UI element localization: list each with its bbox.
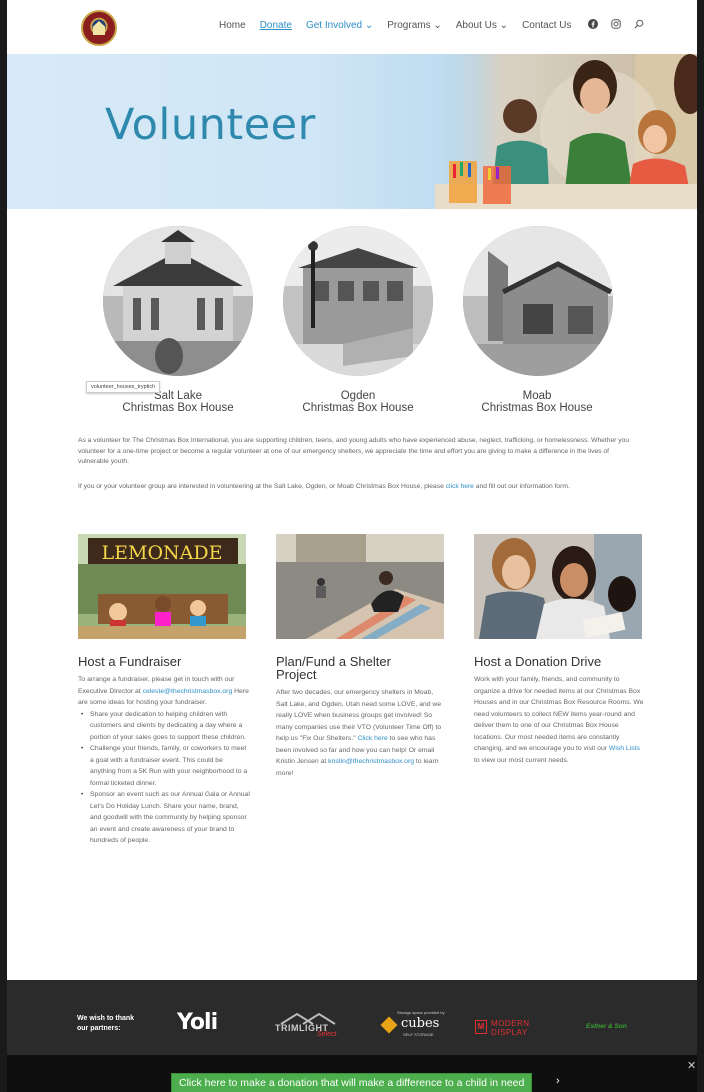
site-header: Home Donate Get Involved ⌄ Programs ⌄ Ab… [7, 0, 697, 54]
nav-donate[interactable]: Donate [260, 20, 292, 31]
donate-cta-button[interactable]: Click here to make a donation that will … [171, 1073, 533, 1092]
facebook-icon[interactable] [588, 19, 598, 29]
shelter-project-text: After two decades, our emergency shelter… [276, 689, 442, 777]
intro-paragraph: As a volunteer for The Christmas Box Int… [78, 437, 630, 465]
shelter-project-photo [276, 534, 444, 639]
donation-drive-text: Work with your family, friends, and comm… [474, 676, 644, 764]
volunteer-form-link[interactable]: click here [446, 483, 474, 490]
instagram-icon[interactable] [611, 19, 621, 29]
donation-drive-photo [474, 534, 642, 639]
search-icon[interactable] [634, 19, 644, 29]
fundraiser-ideas-list: Share your dedication to helping childre… [78, 709, 250, 847]
image-tooltip: volunteer_houses_tryptich [86, 381, 161, 393]
moab-house-photo [463, 226, 613, 376]
partners-footer: We wish to thank our partners: Yoli TRIML… [7, 980, 697, 1055]
header-icons [588, 19, 644, 29]
moab-label: Moab Christmas Box House [481, 390, 593, 414]
hero-photo-children-reading [435, 54, 697, 209]
list-item: Sponsor an event such as our Annual Gala… [78, 789, 250, 847]
yoli-logo[interactable]: Yoli [177, 1010, 218, 1035]
ogden-house-photo [283, 226, 433, 376]
wish-lists-link[interactable]: Wish Lists [609, 745, 640, 752]
lemonade-stand-photo: LEMONADE [78, 534, 246, 639]
salt-lake-label: Salt Lake Christmas Box House [122, 390, 234, 414]
shelter-project-heading: Plan/Fund a Shelter Project [276, 654, 391, 682]
christmas-box-logo[interactable] [81, 10, 117, 46]
trimlight-logo[interactable]: TRIMLIGHT Select [275, 1010, 345, 1040]
lemonade-sign-text: LEMONADE [102, 542, 223, 564]
shelter-click-here-link[interactable]: Click here [358, 735, 388, 742]
list-item: Share your dedication to helping childre… [78, 709, 250, 744]
partners-thanks-text: We wish to thank our partners: [77, 1015, 135, 1032]
close-icon[interactable]: ✕ [687, 1059, 696, 1072]
nav-get-involved[interactable]: Get Involved ⌄ [306, 20, 373, 31]
ogden-label: Ogden Christmas Box House [302, 390, 414, 414]
cubes-logo[interactable]: Storage space provided by cubes SELF STO… [380, 1010, 451, 1040]
donation-banner: Click here to make a donation that will … [7, 1055, 697, 1092]
nav-about-us[interactable]: About Us ⌄ [456, 20, 508, 31]
modern-display-logo[interactable]: M MODERN DISPLAY [475, 1019, 545, 1040]
list-item: Challenge your friends, family, or cowor… [78, 743, 250, 789]
esther-and-son-logo[interactable]: Esther & Son [586, 1023, 627, 1030]
nav-home[interactable]: Home [219, 20, 246, 31]
nav-contact-us[interactable]: Contact Us [522, 20, 571, 31]
page-frame: Home Donate Get Involved ⌄ Programs ⌄ Ab… [7, 0, 697, 1092]
volunteer-signup-paragraph: If you or your volunteer group are inter… [78, 483, 570, 490]
kristin-email-link[interactable]: kristin@thechristmasbox.org [328, 758, 414, 765]
page-title: Volunteer [105, 100, 316, 150]
chevron-right-icon[interactable]: › [556, 1075, 560, 1087]
donation-drive-heading: Host a Donation Drive [474, 654, 602, 669]
hero-banner: Volunteer [7, 54, 697, 209]
nav-programs[interactable]: Programs ⌄ [387, 20, 442, 31]
salt-lake-house-photo [103, 226, 253, 376]
fundraiser-heading: Host a Fundraiser [78, 654, 182, 669]
main-nav: Home Donate Get Involved ⌄ Programs ⌄ Ab… [219, 20, 572, 31]
fundraiser-text: To arrange a fundraiser, please get in t… [78, 674, 250, 847]
celeste-email-link[interactable]: celeste@thechristmasbox.org [143, 688, 233, 695]
